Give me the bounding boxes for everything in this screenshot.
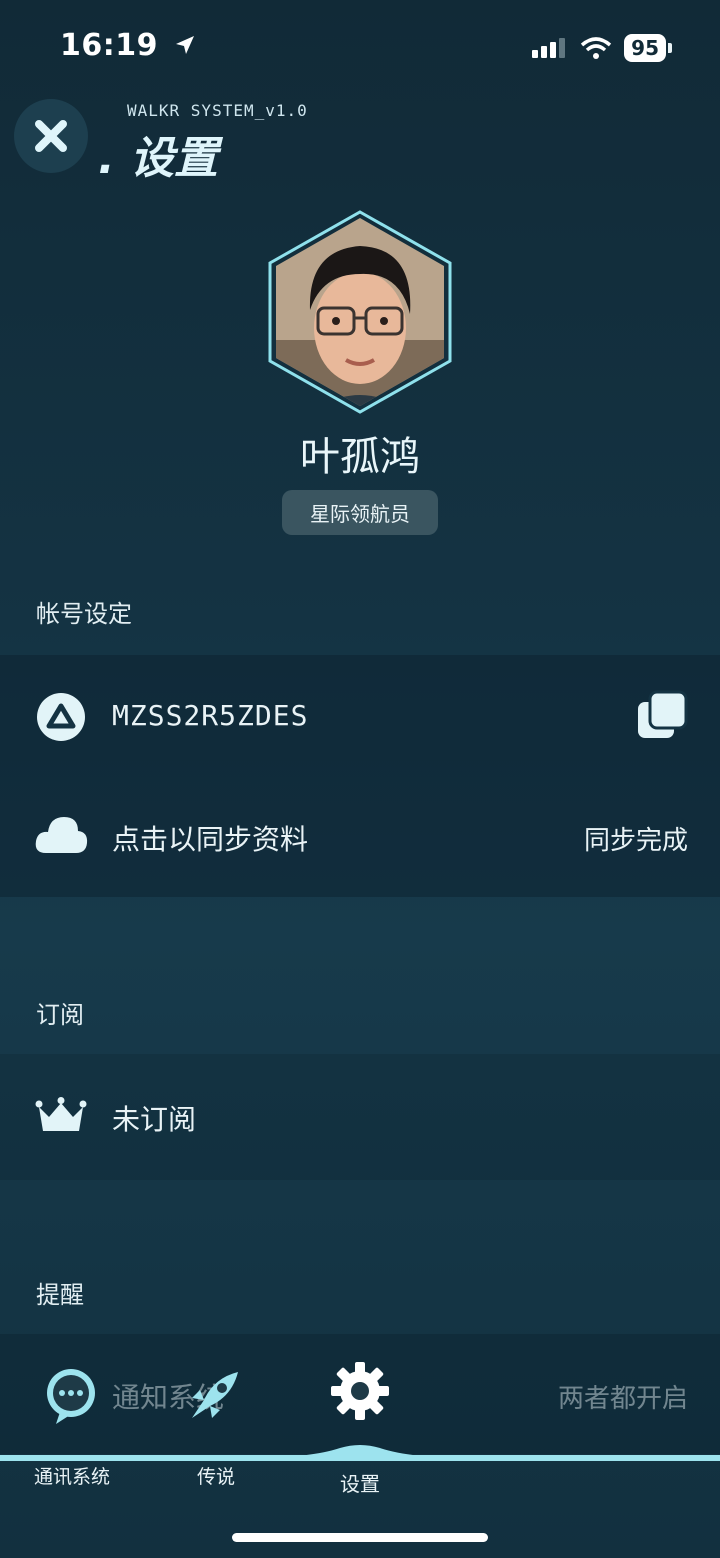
section-title-account: 帐号设定 — [36, 600, 132, 628]
nav-item-comms[interactable] — [42, 1368, 100, 1430]
account-id: MZSS2R5ZDES — [112, 699, 309, 732]
nav-item-legends[interactable] — [184, 1366, 244, 1430]
nav-label-settings[interactable]: 设置 — [300, 1468, 420, 1497]
chat-bubble-icon — [47, 1369, 95, 1424]
status-icons: 95 — [532, 34, 672, 62]
battery-indicator: 95 — [624, 34, 666, 62]
subscription-status-button[interactable]: 未订阅 — [112, 1098, 196, 1138]
copy-button[interactable] — [636, 690, 688, 746]
sync-data-button[interactable]: 点击以同步资料 — [112, 818, 308, 858]
location-arrow-icon — [175, 36, 194, 54]
home-indicator — [232, 1533, 488, 1542]
close-button[interactable] — [14, 99, 88, 173]
gear-icon — [331, 1362, 389, 1420]
sync-status: 同步完成 — [583, 826, 688, 856]
crown-icon — [35, 1097, 87, 1139]
rank-badge: 星际领航员 — [282, 490, 438, 535]
account-panel — [0, 655, 720, 897]
rocket-icon — [192, 1372, 238, 1418]
nav-label-legends[interactable]: 传说 — [156, 1462, 276, 1489]
battery-tip — [668, 43, 672, 53]
page-title: . 设置 — [98, 133, 219, 184]
avatar[interactable] — [268, 210, 452, 414]
wifi-icon — [581, 37, 612, 59]
cellular-signal-icon — [532, 38, 566, 58]
nav-label-comms[interactable]: 通讯系统 — [12, 1462, 132, 1489]
cloud-icon — [34, 815, 88, 859]
section-title-subscription: 订阅 — [36, 1001, 84, 1029]
user-name: 叶孤鸿 — [300, 434, 420, 480]
time-text: 16:19 — [60, 28, 158, 63]
section-title-reminder: 提醒 — [36, 1281, 84, 1309]
close-icon — [35, 120, 67, 152]
copy-icon — [638, 690, 688, 738]
nav-item-settings[interactable] — [329, 1360, 391, 1426]
reminder-item-value[interactable]: 两者都开启 — [558, 1378, 688, 1415]
system-label: WALKR SYSTEM_v1.0 — [127, 101, 308, 120]
subscription-panel — [0, 1054, 720, 1180]
account-logo-icon — [36, 692, 86, 746]
status-time: 16:19 — [60, 28, 197, 63]
nav-line — [0, 1455, 720, 1461]
